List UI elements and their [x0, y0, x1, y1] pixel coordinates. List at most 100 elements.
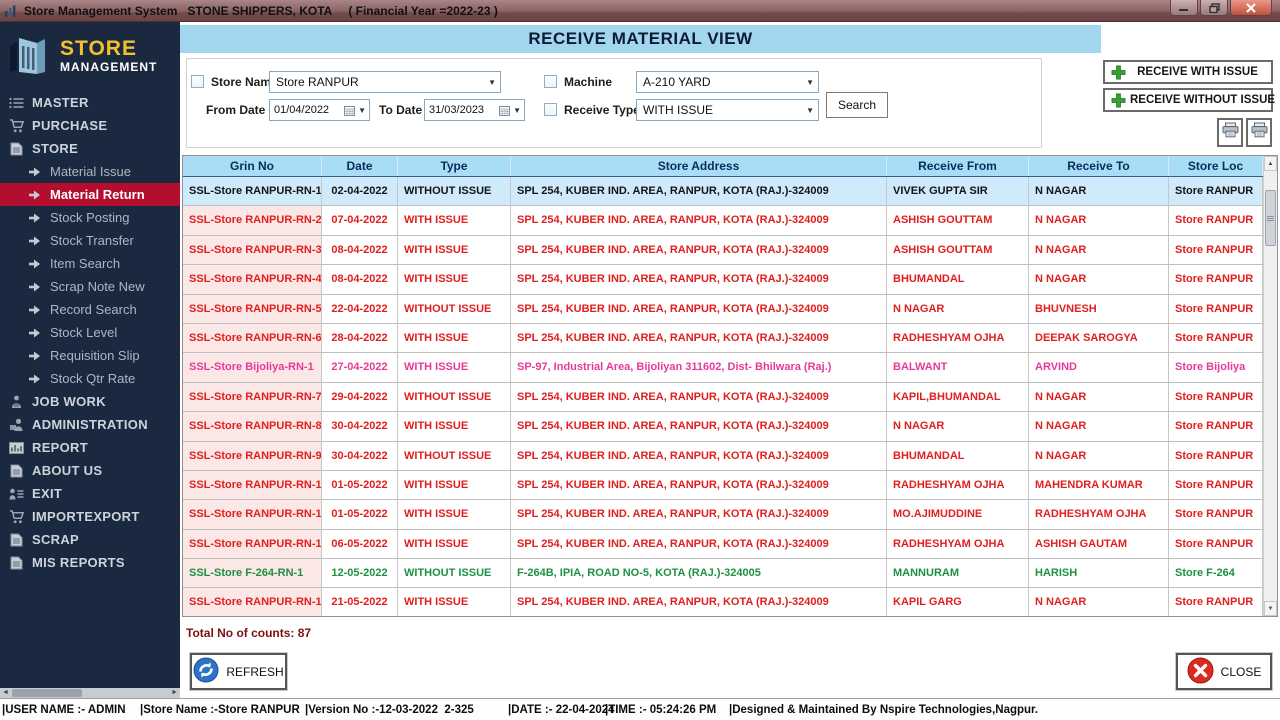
- column-header-type[interactable]: Type: [398, 156, 511, 176]
- sidebar-item-label: JOB WORK: [32, 394, 106, 409]
- admin-icon: [8, 418, 24, 431]
- column-header-receive-to[interactable]: Receive To: [1029, 156, 1169, 176]
- scroll-down-icon[interactable]: ▼: [1264, 601, 1277, 616]
- window-title-app: Store Management System: [24, 4, 177, 18]
- table-row[interactable]: SSL-Store RANPUR-RN-830-04-2022WITH ISSU…: [183, 412, 1277, 441]
- search-button[interactable]: Search: [826, 92, 888, 118]
- plus-icon: [1111, 65, 1126, 80]
- store-name-checkbox[interactable]: [191, 75, 204, 88]
- sidebar-item-mis-reports[interactable]: MIS REPORTS: [0, 551, 180, 574]
- table-row[interactable]: SSL-Store RANPUR-RN-522-04-2022WITHOUT I…: [183, 295, 1277, 324]
- sidebar-item-exit[interactable]: EXIT: [0, 482, 180, 505]
- sidebar-item-material-return[interactable]: Material Return: [0, 183, 180, 206]
- scroll-left-icon[interactable]: ◄: [2, 688, 9, 698]
- table-cell: 02-04-2022: [322, 177, 398, 206]
- receive-type-select[interactable]: WITH ISSUE ▼: [636, 99, 819, 121]
- from-date-picker[interactable]: 01/04/2022 ▼: [269, 99, 370, 121]
- sidebar-item-about-us[interactable]: ABOUT US: [0, 459, 180, 482]
- table-cell: KAPIL,BHUMANDAL: [887, 383, 1029, 412]
- machine-checkbox[interactable]: [544, 75, 557, 88]
- sidebar-item-item-search[interactable]: Item Search: [0, 252, 180, 275]
- arrow-icon: [26, 374, 42, 384]
- sidebar-item-importexport[interactable]: IMPORTEXPORT: [0, 505, 180, 528]
- machine-select[interactable]: A-210 YARD ▼: [636, 71, 819, 93]
- sidebar-item-stock-qtr-rate[interactable]: Stock Qtr Rate: [0, 367, 180, 390]
- sidebar-item-label: EXIT: [32, 486, 62, 501]
- sidebar-item-administration[interactable]: ADMINISTRATION: [0, 413, 180, 436]
- chevron-down-icon: ▼: [488, 78, 496, 87]
- table-row[interactable]: SSL-Store RANPUR-RN-408-04-2022WITH ISSU…: [183, 265, 1277, 294]
- statusbar-segment: |Store Name :-Store RANPUR: [140, 704, 305, 716]
- table-cell: 21-05-2022: [322, 588, 398, 617]
- scroll-right-icon[interactable]: ►: [171, 688, 178, 698]
- sidebar-item-requisition-slip[interactable]: Requisition Slip: [0, 344, 180, 367]
- from-date-value: 01/04/2022: [274, 104, 342, 116]
- table-row[interactable]: SSL-Store RANPUR-RN-1206-05-2022WITH ISS…: [183, 530, 1277, 559]
- column-header-store-address[interactable]: Store Address: [511, 156, 887, 176]
- table-row[interactable]: SSL-Store Bijoliya-RN-127-04-2022WITH IS…: [183, 353, 1277, 382]
- sidebar-item-scrap-note-new[interactable]: Scrap Note New: [0, 275, 180, 298]
- print-button-1[interactable]: [1217, 118, 1243, 147]
- column-header-grin-no[interactable]: Grin No: [183, 156, 322, 176]
- sidebar-item-record-search[interactable]: Record Search: [0, 298, 180, 321]
- sidebar-item-master[interactable]: MASTER: [0, 91, 180, 114]
- table-row[interactable]: SSL-Store RANPUR-RN-102-04-2022WITHOUT I…: [183, 177, 1277, 206]
- table-cell: 07-04-2022: [322, 206, 398, 235]
- table-cell: WITH ISSUE: [398, 412, 511, 441]
- table-row[interactable]: SSL-Store RANPUR-RN-308-04-2022WITH ISSU…: [183, 236, 1277, 265]
- sidebar-item-material-issue[interactable]: Material Issue: [0, 160, 180, 183]
- table-cell: N NAGAR: [1029, 206, 1169, 235]
- vertical-scrollbar[interactable]: ▲ ▼: [1263, 156, 1277, 616]
- arrow-icon: [26, 190, 42, 200]
- sidebar-item-scrap[interactable]: SCRAP: [0, 528, 180, 551]
- table-cell: N NAGAR: [1029, 442, 1169, 471]
- table-row[interactable]: SSL-Store RANPUR-RN-729-04-2022WITHOUT I…: [183, 383, 1277, 412]
- print-button-2[interactable]: [1246, 118, 1272, 147]
- column-header-date[interactable]: Date: [322, 156, 398, 176]
- receive-type-value: WITH ISSUE: [643, 103, 802, 117]
- sidebar-item-stock-posting[interactable]: Stock Posting: [0, 206, 180, 229]
- receive-without-issue-button[interactable]: RECEIVE WITHOUT ISSUE: [1103, 88, 1273, 112]
- table-cell: SSL-Store Bijoliya-RN-1: [183, 353, 322, 382]
- column-header-receive-from[interactable]: Receive From: [887, 156, 1029, 176]
- chevron-down-icon: ▼: [513, 106, 521, 115]
- table-row[interactable]: SSL-Store RANPUR-RN-930-04-2022WITHOUT I…: [183, 442, 1277, 471]
- store-name-select[interactable]: Store RANPUR ▼: [269, 71, 501, 93]
- table-row[interactable]: SSL-Store RANPUR-RN-628-04-2022WITH ISSU…: [183, 324, 1277, 353]
- table-cell: WITH ISSUE: [398, 206, 511, 235]
- arrow-icon: [26, 236, 42, 246]
- scroll-up-icon[interactable]: ▲: [1264, 156, 1277, 171]
- sidebar-item-stock-level[interactable]: Stock Level: [0, 321, 180, 344]
- table-row[interactable]: SSL-Store RANPUR-RN-207-04-2022WITH ISSU…: [183, 206, 1277, 235]
- sidebar-item-store[interactable]: STORE: [0, 137, 180, 160]
- table-cell: WITH ISSUE: [398, 265, 511, 294]
- sidebar-item-label: Stock Posting: [50, 210, 130, 225]
- close-window-button[interactable]: [1230, 0, 1272, 16]
- table-row[interactable]: SSL-Store F-264-RN-112-05-2022WITHOUT IS…: [183, 559, 1277, 588]
- sidebar-item-stock-transfer[interactable]: Stock Transfer: [0, 229, 180, 252]
- receive-with-issue-button[interactable]: RECEIVE WITH ISSUE: [1103, 60, 1273, 84]
- sidebar-item-label: Stock Qtr Rate: [50, 371, 135, 386]
- sidebar-item-purchase[interactable]: PURCHASE: [0, 114, 180, 137]
- table-row[interactable]: SSL-Store RANPUR-RN-1001-05-2022WITH ISS…: [183, 471, 1277, 500]
- table-cell: 06-05-2022: [322, 530, 398, 559]
- scrollbar-thumb[interactable]: [1265, 190, 1276, 246]
- app-window: Store Management System STONE SHIPPERS, …: [0, 0, 1280, 720]
- table-row[interactable]: SSL-Store RANPUR-RN-1101-05-2022WITH ISS…: [183, 500, 1277, 529]
- refresh-button[interactable]: REFRESH: [190, 653, 287, 690]
- column-header-store-loc[interactable]: Store Loc: [1169, 156, 1263, 176]
- sidebar-item-job-work[interactable]: JOB WORK: [0, 390, 180, 413]
- minimize-button[interactable]: [1170, 0, 1198, 16]
- sidebar-item-label: Material Issue: [50, 164, 131, 179]
- table-row[interactable]: SSL-Store RANPUR-RN-1321-05-2022WITH ISS…: [183, 588, 1277, 617]
- store-name-value: Store RANPUR: [276, 75, 484, 89]
- to-date-picker[interactable]: 31/03/2023 ▼: [424, 99, 525, 121]
- restore-button[interactable]: [1200, 0, 1228, 16]
- sidebar-item-report[interactable]: REPORT: [0, 436, 180, 459]
- close-button[interactable]: CLOSE: [1176, 653, 1272, 690]
- sidebar-item-label: ABOUT US: [32, 463, 102, 478]
- sidebar-horizontal-scrollbar[interactable]: ◄ ►: [0, 688, 180, 698]
- sidebar-item-label: REPORT: [32, 440, 88, 455]
- scrollbar-thumb[interactable]: [12, 689, 82, 697]
- receive-type-checkbox[interactable]: [544, 103, 557, 116]
